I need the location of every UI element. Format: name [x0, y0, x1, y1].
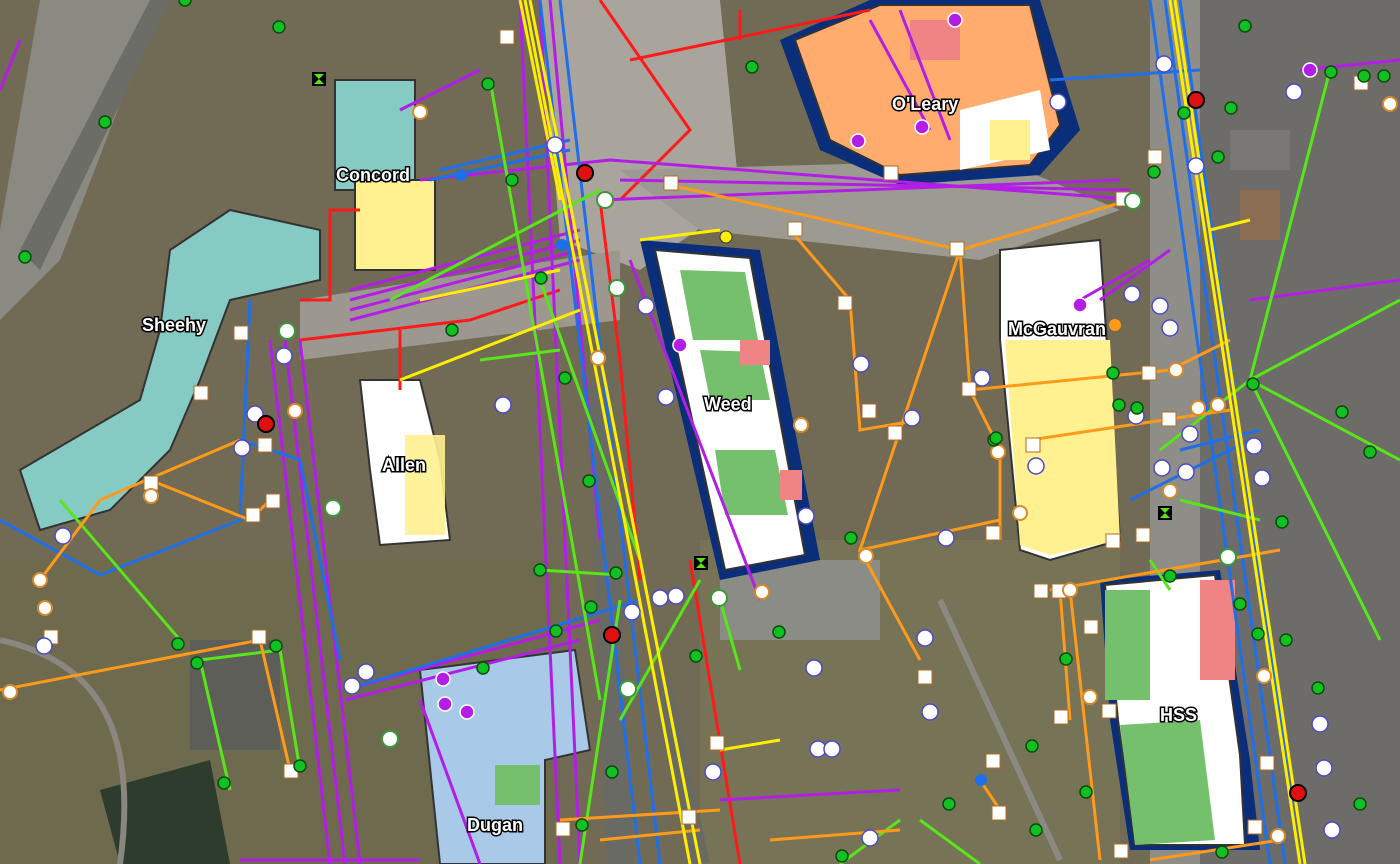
label-concord: Concord — [336, 165, 410, 185]
building-concord[interactable] — [354, 179, 436, 271]
label-mcgauvran: McGauvran — [1008, 319, 1106, 339]
map-canvas[interactable]: O'Leary Concord Sheehy Weed McGauvran Al… — [0, 0, 1400, 864]
label-sheehy: Sheehy — [142, 315, 206, 335]
label-dugan: Dugan — [467, 815, 523, 835]
label-hss: HSS — [1160, 705, 1197, 725]
label-allen: Allen — [382, 455, 426, 475]
label-oleary: O'Leary — [892, 94, 958, 114]
utility-map[interactable]: O'Leary Concord Sheehy Weed McGauvran Al… — [0, 0, 1400, 864]
label-weed: Weed — [704, 394, 752, 414]
